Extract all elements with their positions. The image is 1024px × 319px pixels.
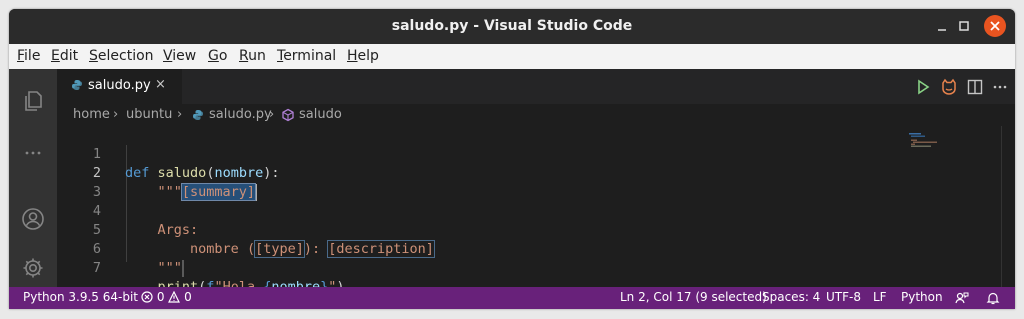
status-bar: Python 3.9.5 64-bit 0 0 Ln 2, Col 17 (9 …: [9, 287, 1015, 309]
window-title: saludo.py - Visual Studio Code: [391, 18, 633, 34]
bell-icon[interactable]: [986, 291, 1000, 305]
code-line-6: 6 """: [57, 221, 907, 277]
more-views-icon[interactable]: [21, 141, 45, 165]
activity-bar: [9, 69, 57, 287]
warning-count: 0: [184, 290, 192, 304]
menu-run-mnemonic: R: [239, 48, 249, 64]
menu-view[interactable]: View: [163, 48, 196, 64]
menu-go[interactable]: Go: [208, 48, 227, 64]
menu-selection-mnemonic: S: [89, 48, 98, 64]
menu-file-mnemonic: F: [17, 48, 25, 64]
menu-bar: File Edit Selection View Go Run Terminal…: [9, 44, 1015, 69]
encoding-status[interactable]: UTF-8: [826, 290, 861, 304]
editor-tabs: saludo.py ×: [57, 69, 1015, 104]
line-content: """: [125, 259, 184, 278]
breadcrumb-ubuntu[interactable]: ubuntu: [126, 107, 172, 122]
indentation-status[interactable]: Spaces: 4: [762, 290, 820, 304]
warning-icon: [168, 290, 181, 303]
breadcrumb-file[interactable]: saludo.py: [209, 107, 272, 122]
menu-file[interactable]: File: [17, 48, 40, 64]
menu-terminal[interactable]: Terminal: [277, 48, 336, 64]
error-count: 0: [156, 290, 165, 304]
code-editor[interactable]: 1 def saludo(nombre): 2 """[summary] 3 4…: [57, 126, 1015, 295]
split-editor-icon[interactable]: [966, 78, 984, 96]
tab-saludo-py[interactable]: saludo.py ×: [57, 69, 182, 104]
menu-help-label: elp: [357, 48, 379, 64]
accounts-icon[interactable]: [21, 207, 45, 231]
python-interpreter-status[interactable]: Python 3.9.5 64-bit: [23, 290, 138, 304]
run-icon[interactable]: [914, 78, 932, 96]
gear-icon[interactable]: [21, 256, 45, 280]
eol-status[interactable]: LF: [873, 290, 887, 304]
tab-label: saludo.py: [88, 78, 151, 93]
cursor-position-status[interactable]: Ln 2, Col 17 (9 selected): [620, 290, 767, 304]
minimap[interactable]: [909, 132, 969, 152]
code-line-3: 3: [57, 164, 907, 200]
maximize-button[interactable]: [953, 15, 975, 37]
minimize-button[interactable]: [931, 15, 953, 37]
explorer-icon[interactable]: [21, 89, 45, 113]
menu-selection-label: election: [97, 48, 154, 64]
menu-view-label: iew: [172, 48, 197, 64]
code-line-7: 7 print(f"Hola {nombre}"): [57, 240, 907, 295]
code-line-1: 1 def saludo(nombre):: [57, 126, 907, 181]
menu-help-mnemonic: H: [347, 48, 358, 64]
menu-run-label: un: [248, 48, 266, 64]
menu-go-mnemonic: G: [208, 48, 219, 64]
menu-help[interactable]: Help: [347, 48, 379, 64]
more-actions-icon[interactable]: [991, 78, 1009, 96]
title-bar: saludo.py - Visual Studio Code: [9, 9, 1015, 44]
python-file-icon: [72, 80, 82, 90]
error-icon: [141, 291, 153, 303]
close-window-button[interactable]: [984, 15, 1006, 37]
menu-run[interactable]: Run: [239, 48, 266, 64]
menu-edit[interactable]: Edit: [51, 48, 78, 64]
menu-file-label: ile: [24, 48, 41, 64]
tab-close-button[interactable]: ×: [155, 77, 166, 92]
code-line-5: 5 nombre ([type]): [description]: [57, 202, 907, 258]
symbol-method-icon: [282, 108, 294, 122]
code-line-4: 4 Args:: [57, 183, 907, 238]
line-number: 7: [92, 260, 101, 276]
breadcrumb: home › ubuntu › saludo.py › saludo: [57, 104, 1015, 126]
close-icon: [990, 21, 1000, 31]
menu-go-label: o: [218, 48, 228, 64]
breadcrumb-home[interactable]: home: [73, 107, 110, 122]
breadcrumb-separator: ›: [113, 107, 119, 122]
code-line-2: 2 """[summary]: [57, 145, 907, 201]
menu-edit-mnemonic: E: [51, 48, 60, 64]
breadcrumb-separator: ›: [269, 107, 275, 122]
feedback-icon[interactable]: [955, 291, 969, 305]
docstring-quotes: """: [157, 260, 182, 276]
menu-edit-label: dit: [59, 48, 79, 64]
secondary-cursor: [181, 259, 184, 277]
minimize-icon: [938, 29, 946, 31]
menu-view-mnemonic: V: [163, 48, 173, 64]
problems-status[interactable]: 0 0: [141, 290, 192, 304]
maximize-icon: [959, 21, 969, 31]
menu-terminal-label: erminal: [283, 48, 337, 64]
breadcrumb-separator: ›: [177, 107, 183, 122]
vscode-window: saludo.py - Visual Studio Code File Edit…: [9, 9, 1015, 309]
breadcrumb-symbol[interactable]: saludo: [299, 107, 342, 122]
vertical-scrollbar[interactable]: [1001, 126, 1002, 287]
language-mode-status[interactable]: Python: [901, 290, 943, 304]
python-file-icon: [193, 110, 203, 120]
menu-selection[interactable]: Selection: [89, 48, 154, 64]
cat-face-icon[interactable]: [940, 78, 958, 96]
